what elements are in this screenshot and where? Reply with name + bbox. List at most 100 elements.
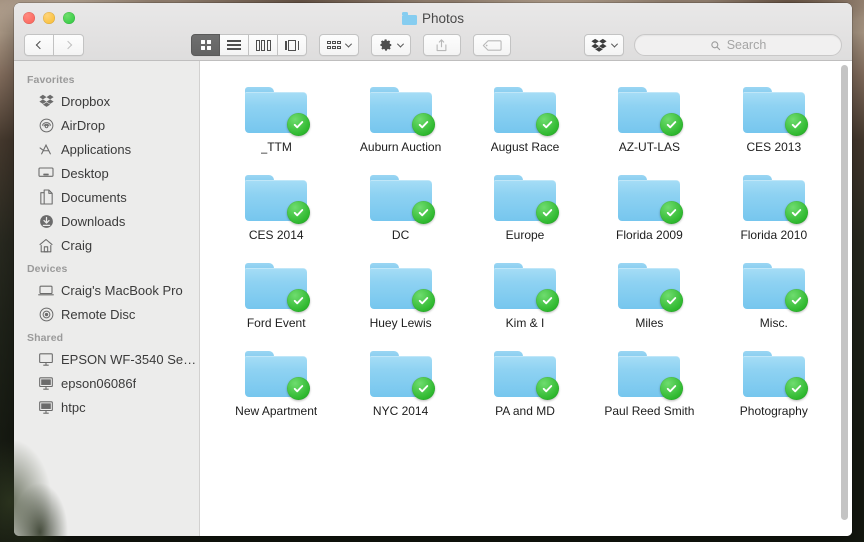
folder-icon (493, 347, 559, 400)
synced-check-icon (660, 377, 684, 400)
sidebar-item-htpc[interactable]: htpc (14, 395, 199, 419)
folder-item[interactable]: Europe (463, 171, 587, 243)
folder-label: Kim & I (505, 316, 545, 330)
folder-item[interactable]: Florida 2010 (712, 171, 836, 243)
desktop-icon (38, 165, 54, 181)
folder-item[interactable]: Ford Event (214, 259, 338, 331)
vertical-scrollbar[interactable] (841, 65, 848, 520)
sidebar: Favorites Dropbox AirDrop Applications D… (14, 61, 200, 536)
search-icon (710, 40, 720, 50)
sidebar-item-remote-disc[interactable]: Remote Disc (14, 302, 199, 326)
folder-icon (742, 259, 808, 312)
synced-check-icon (535, 113, 559, 136)
finder-toolbar: Search (14, 30, 852, 60)
close-button[interactable] (23, 12, 35, 24)
coverflow-icon (284, 39, 300, 51)
folder-item[interactable]: DC (338, 171, 462, 243)
folder-icon (618, 347, 684, 400)
file-grid-area[interactable]: _TTM Auburn Auction August Race AZ-UT-LAS CE… (200, 61, 852, 536)
sidebar-item-epson06086f[interactable]: epson06086f (14, 371, 199, 395)
list-view-button[interactable] (220, 34, 249, 56)
folder-item[interactable]: Miles (587, 259, 711, 331)
maximize-button[interactable] (63, 12, 75, 24)
display-icon (38, 399, 54, 415)
sidebar-item-label: htpc (61, 399, 86, 415)
forward-button[interactable] (54, 34, 84, 56)
folder-item[interactable]: Auburn Auction (338, 83, 462, 155)
dropbox-button[interactable] (584, 34, 624, 56)
folder-label: CES 2013 (746, 140, 802, 154)
sidebar-item-label: AirDrop (61, 117, 106, 133)
sidebar-item-label: Dropbox (61, 93, 111, 109)
synced-check-icon (660, 201, 684, 224)
share-wrap (422, 34, 461, 56)
folder-icon (742, 347, 808, 400)
folder-label: Misc. (759, 316, 788, 330)
action-popup (370, 34, 411, 56)
chevron-down-icon (344, 40, 352, 48)
sidebar-item-label: Documents (61, 189, 127, 205)
sidebar-item-label: Applications (61, 141, 132, 157)
sidebar-item-label: Craig (61, 237, 93, 253)
dropbox-popup (584, 34, 624, 56)
folder-item[interactable]: PA and MD (463, 347, 587, 419)
minimize-button[interactable] (43, 12, 55, 24)
folder-icon (618, 83, 684, 136)
folder-grid: _TTM Auburn Auction August Race AZ-UT-LAS CE… (200, 61, 852, 419)
folder-icon (742, 171, 808, 224)
sidebar-item-desktop[interactable]: Desktop (14, 161, 199, 185)
folder-item[interactable]: Photography (712, 347, 836, 419)
folder-icon (401, 12, 417, 25)
folder-item[interactable]: CES 2014 (214, 171, 338, 243)
icon-view-button[interactable] (191, 34, 220, 56)
synced-check-icon (287, 201, 311, 224)
folder-item[interactable]: New Apartment (214, 347, 338, 419)
sidebar-item-label: EPSON WF-3540 Series (61, 351, 199, 367)
action-button[interactable] (370, 34, 411, 56)
synced-check-icon (535, 377, 559, 400)
sidebar-item-documents[interactable]: Documents (14, 185, 199, 209)
folder-label: PA and MD (495, 404, 555, 418)
synced-check-icon (535, 289, 559, 312)
folder-item[interactable]: AZ-UT-LAS (587, 83, 711, 155)
folder-item[interactable]: _TTM (214, 83, 338, 155)
search-input[interactable]: Search (634, 34, 842, 56)
sidebar-item-airdrop[interactable]: AirDrop (14, 113, 199, 137)
folder-item[interactable]: August Race (463, 83, 587, 155)
folder-item[interactable]: CES 2013 (712, 83, 836, 155)
sidebar-item-dropbox[interactable]: Dropbox (14, 89, 199, 113)
navigation-buttons (24, 34, 84, 56)
sidebar-item-craigs-macbook-pro[interactable]: Craig's MacBook Pro (14, 278, 199, 302)
coverflow-view-button[interactable] (278, 34, 307, 56)
synced-check-icon (411, 113, 435, 136)
arrange-button[interactable] (319, 34, 359, 56)
folder-label: _TTM (260, 140, 292, 154)
sidebar-item-applications[interactable]: Applications (14, 137, 199, 161)
sidebar-item-downloads[interactable]: Downloads (14, 209, 199, 233)
tag-button[interactable] (472, 34, 511, 56)
synced-check-icon (660, 113, 684, 136)
share-button[interactable] (422, 34, 461, 56)
sidebar-item-label: Desktop (61, 165, 109, 181)
window-body: Favorites Dropbox AirDrop Applications D… (14, 61, 852, 536)
folder-item[interactable]: Misc. (712, 259, 836, 331)
share-icon (436, 38, 447, 51)
folder-item[interactable]: Paul Reed Smith (587, 347, 711, 419)
folder-label: Huey Lewis (369, 316, 432, 330)
folder-item[interactable]: Florida 2009 (587, 171, 711, 243)
sidebar-item-craig[interactable]: Craig (14, 233, 199, 257)
column-view-button[interactable] (249, 34, 278, 56)
airdrop-icon (38, 117, 54, 133)
folder-item[interactable]: Kim & I (463, 259, 587, 331)
folder-item[interactable]: NYC 2014 (338, 347, 462, 419)
downloads-icon (38, 213, 54, 229)
synced-check-icon (411, 289, 435, 312)
columns-icon (255, 39, 271, 51)
sidebar-item-epson-wf-3540-series[interactable]: EPSON WF-3540 Series (14, 347, 199, 371)
folder-item[interactable]: Huey Lewis (338, 259, 462, 331)
synced-check-icon (660, 289, 684, 312)
synced-check-icon (784, 377, 808, 400)
back-button[interactable] (24, 34, 54, 56)
home-icon (38, 237, 54, 253)
chevron-right-icon (63, 40, 72, 50)
